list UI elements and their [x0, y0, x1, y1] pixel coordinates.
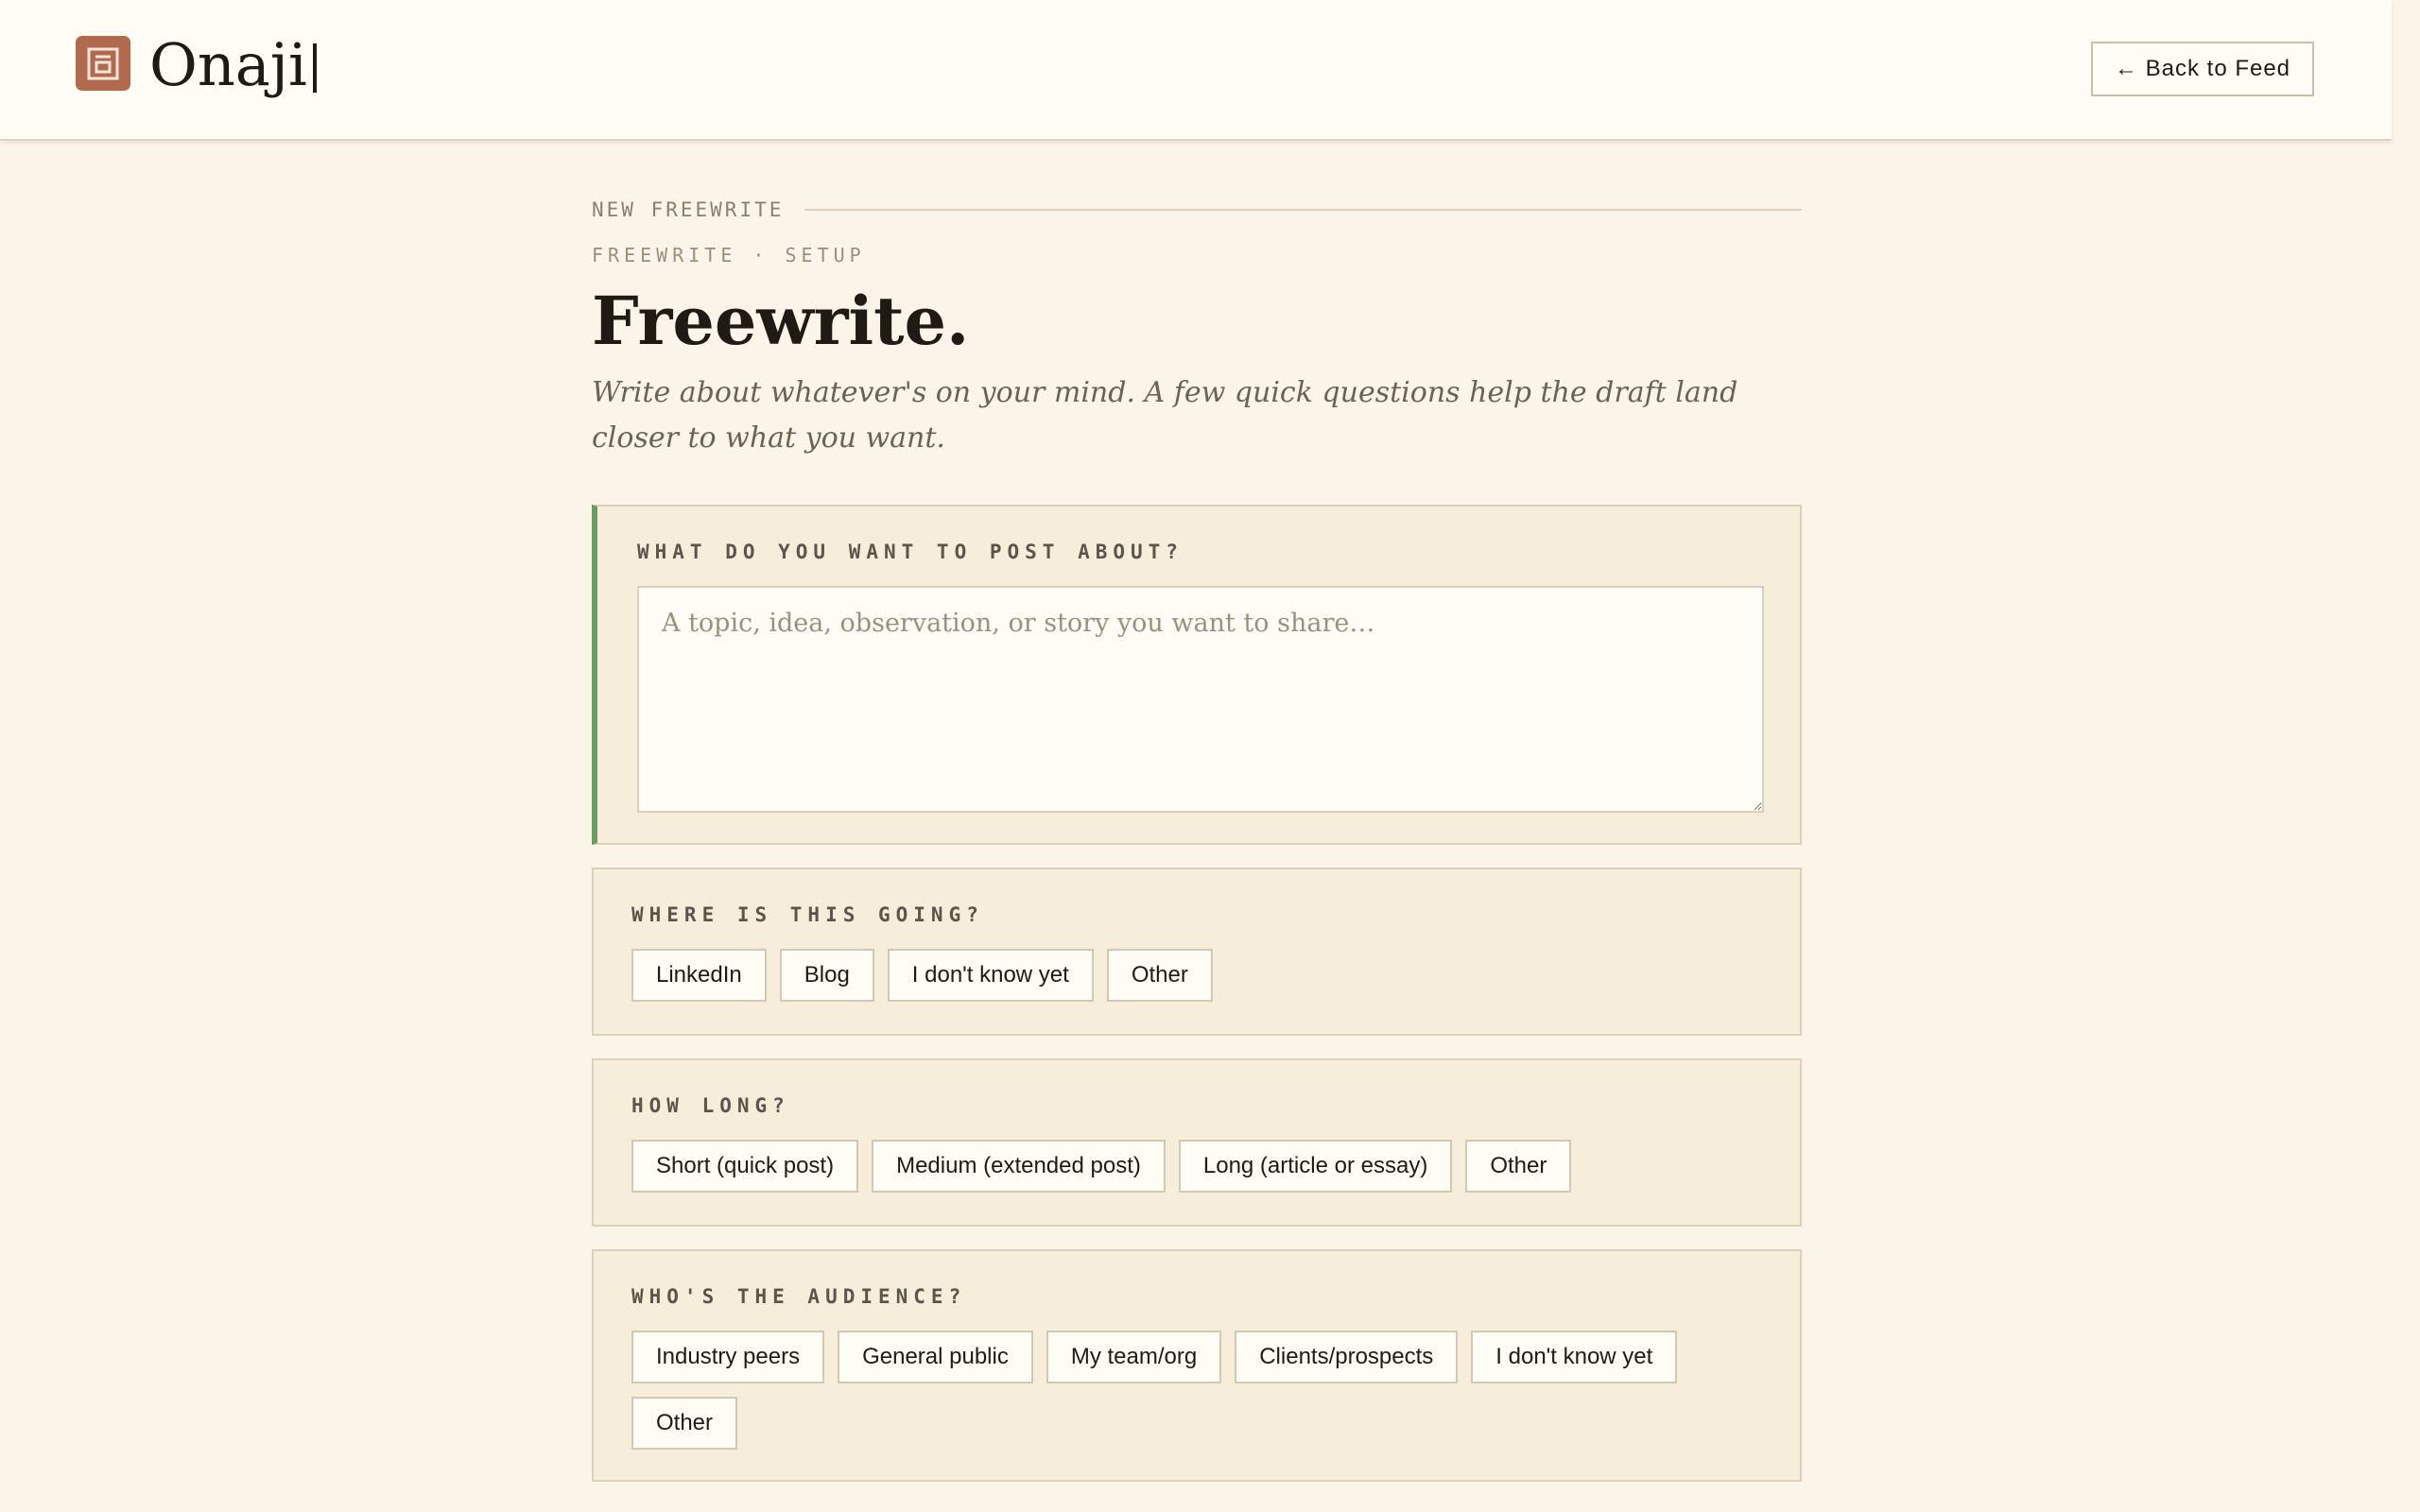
audience-card: WHO'S THE AUDIENCE? Industry peers Gener…: [592, 1249, 1802, 1482]
audience-option-general-public[interactable]: General public: [838, 1331, 1033, 1383]
length-card: HOW LONG? Short (quick post) Medium (ext…: [592, 1058, 1802, 1227]
destination-option-other[interactable]: Other: [1106, 949, 1213, 1002]
length-label: HOW LONG?: [631, 1094, 790, 1117]
destination-options: LinkedIn Blog I don't know yet Other: [631, 949, 1762, 1002]
top-header: Onaji ← Back to Feed: [0, 0, 2392, 141]
eyebrow-text: FREEWRITE · SETUP: [592, 244, 866, 266]
audience-options: Industry peers General public My team/or…: [631, 1331, 1762, 1450]
destination-option-blog[interactable]: Blog: [779, 949, 874, 1002]
text-cursor: [312, 43, 317, 93]
topic-label: WHAT DO YOU WANT TO POST ABOUT?: [637, 541, 1184, 563]
main-content: NEW FREEWRITE FREEWRITE · SETUP Freewrit…: [592, 189, 1802, 1482]
topic-card: WHAT DO YOU WANT TO POST ABOUT?: [592, 505, 1802, 845]
destination-label: WHERE IS THIS GOING?: [631, 903, 984, 926]
page-title: Freewrite.: [592, 282, 970, 360]
audience-option-clients[interactable]: Clients/prospects: [1235, 1331, 1459, 1383]
kicker-text: NEW FREEWRITE: [592, 198, 785, 221]
kanji-logo-icon[interactable]: [76, 36, 130, 91]
audience-option-unknown[interactable]: I don't know yet: [1471, 1331, 1678, 1383]
destination-option-linkedin[interactable]: LinkedIn: [631, 949, 767, 1002]
length-option-medium[interactable]: Medium (extended post): [872, 1140, 1166, 1193]
audience-label: WHO'S THE AUDIENCE?: [631, 1285, 967, 1308]
brand-name[interactable]: Onaji: [149, 25, 317, 106]
topic-input[interactable]: [637, 586, 1764, 813]
audience-option-industry-peers[interactable]: Industry peers: [631, 1331, 825, 1383]
back-to-feed-button[interactable]: ← Back to Feed: [2091, 42, 2314, 96]
length-options: Short (quick post) Medium (extended post…: [631, 1140, 1762, 1193]
length-option-other[interactable]: Other: [1465, 1140, 1572, 1193]
destination-option-unknown[interactable]: I don't know yet: [887, 949, 1094, 1002]
audience-option-other[interactable]: Other: [631, 1397, 738, 1450]
destination-card: WHERE IS THIS GOING? LinkedIn Blog I don…: [592, 868, 1802, 1036]
section-kicker: NEW FREEWRITE: [592, 189, 1802, 231]
audience-option-my-team[interactable]: My team/org: [1046, 1331, 1222, 1383]
page-subtitle: Write about whatever's on your mind. A f…: [592, 376, 1738, 455]
length-option-long[interactable]: Long (article or essay): [1178, 1140, 1453, 1193]
kicker-divider: [804, 209, 1802, 211]
length-option-short[interactable]: Short (quick post): [631, 1140, 859, 1193]
